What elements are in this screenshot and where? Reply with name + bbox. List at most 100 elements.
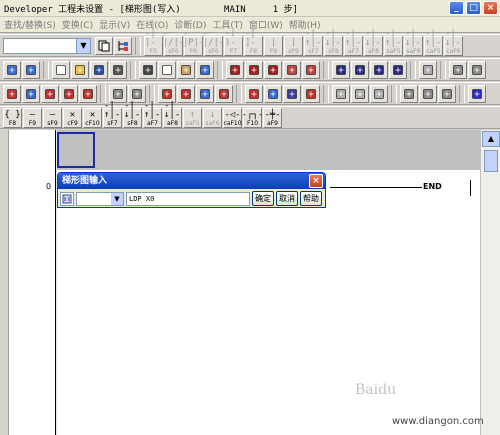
instruction-key-button[interactable]: ↓ saF6 bbox=[203, 107, 222, 128]
toolbar-separator bbox=[391, 84, 397, 103]
instruction-key-button[interactable]: — sF9 bbox=[43, 107, 62, 128]
convert-icon[interactable] bbox=[158, 84, 176, 103]
instruction-key-button[interactable]: | F9 bbox=[264, 35, 283, 56]
menu-item[interactable]: 变换(C) bbox=[62, 18, 93, 31]
tree-view-icon[interactable] bbox=[114, 36, 132, 55]
copy-ladder-icon[interactable] bbox=[95, 36, 113, 55]
vertical-scrollbar[interactable]: ▲ bbox=[480, 130, 500, 435]
copy-icon[interactable] bbox=[158, 60, 176, 79]
toolbar-separator bbox=[410, 60, 416, 79]
instruction-key-button[interactable]: ✕ cF10 bbox=[83, 107, 102, 128]
maximize-button[interactable]: □ bbox=[466, 1, 481, 15]
instruction-key-button[interactable]: -|↓|- sF8 bbox=[324, 29, 343, 56]
instruction-key-button[interactable]: -|/|- sF6 bbox=[163, 29, 184, 56]
cut-icon[interactable] bbox=[139, 60, 157, 79]
chevron-down-icon[interactable]: ▼ bbox=[111, 192, 123, 205]
symbol-type-select[interactable]: ▼ bbox=[76, 191, 124, 206]
instruction-key-button[interactable]: -|↑|- sF7 bbox=[103, 101, 122, 128]
instruction-key-button[interactable]: -|P|- F6 bbox=[183, 29, 204, 56]
instruction-key-button[interactable]: -┌┐- F10 bbox=[242, 107, 263, 128]
monitor-write-icon[interactable] bbox=[215, 84, 233, 103]
help-button[interactable]: 帮助 bbox=[300, 191, 322, 206]
instruction-key-button[interactable]: -|↑|- saF5 bbox=[384, 29, 403, 56]
save-icon[interactable] bbox=[90, 60, 108, 79]
monitor-start-icon[interactable] bbox=[389, 60, 407, 79]
instruction-key-button[interactable]: -|↓|- caF6 bbox=[444, 29, 463, 56]
b-icon[interactable] bbox=[468, 60, 486, 79]
instruction-key-button[interactable]: -╪- aF9 bbox=[263, 107, 282, 128]
statement-icon[interactable] bbox=[22, 84, 40, 103]
instruction-key-button[interactable]: -|↑|- aF7 bbox=[344, 29, 363, 56]
instruction-key-button[interactable]: -|↑|- sF7 bbox=[304, 29, 323, 56]
close-button[interactable]: × bbox=[483, 1, 498, 15]
ladder-mode-icon[interactable] bbox=[468, 84, 486, 103]
project-select[interactable]: ▼ bbox=[3, 37, 91, 54]
instruction-key-button[interactable]: -◁- caF10 bbox=[223, 107, 242, 128]
disabled-icon[interactable] bbox=[419, 60, 437, 79]
zoom-in-icon[interactable] bbox=[332, 60, 350, 79]
step-run-icon[interactable] bbox=[283, 84, 301, 103]
open-folder-icon[interactable] bbox=[71, 60, 89, 79]
chevron-down-icon[interactable]: ▼ bbox=[76, 38, 90, 53]
find-contact-icon[interactable] bbox=[264, 60, 282, 79]
function-key-label: sF6 bbox=[168, 47, 179, 55]
ok-button[interactable]: 确定 bbox=[252, 191, 274, 206]
instruction-key-button[interactable]: -|/|- sF6 bbox=[203, 29, 224, 56]
monitor-icon[interactable] bbox=[370, 60, 388, 79]
note-icon[interactable] bbox=[41, 84, 59, 103]
sort-icon[interactable] bbox=[22, 60, 40, 79]
read-icon[interactable] bbox=[128, 84, 146, 103]
write-icon[interactable] bbox=[109, 84, 127, 103]
param-icon[interactable] bbox=[438, 84, 456, 103]
new-file-icon[interactable] bbox=[52, 60, 70, 79]
instruction-key-button[interactable]: -( )- F7 bbox=[224, 29, 243, 56]
minimize-button[interactable]: _ bbox=[449, 1, 464, 15]
t-icon[interactable] bbox=[449, 60, 467, 79]
instruction-key-button[interactable]: -|↓|- saF6 bbox=[404, 29, 423, 56]
undo-icon[interactable] bbox=[196, 60, 214, 79]
ladder-symbol-icon[interactable] bbox=[60, 191, 74, 206]
instruction-input[interactable]: LDP X0 bbox=[126, 191, 250, 206]
instruction-key-button[interactable]: — F9 bbox=[23, 107, 42, 128]
instruction-key-button[interactable]: { } F8 bbox=[3, 107, 22, 128]
replace-device-icon[interactable] bbox=[302, 60, 320, 79]
zoom-out-icon[interactable] bbox=[351, 60, 369, 79]
alias-icon[interactable] bbox=[79, 84, 97, 103]
instruction-key-button[interactable]: -[ ]- F8 bbox=[244, 29, 263, 56]
partial-run-icon[interactable] bbox=[332, 84, 350, 103]
replace-icon[interactable] bbox=[283, 60, 301, 79]
instruction-key-button[interactable]: -|↑|- aF7 bbox=[143, 101, 162, 128]
find-instruction-icon[interactable] bbox=[245, 60, 263, 79]
skip-run-icon[interactable] bbox=[302, 84, 320, 103]
trace-icon[interactable] bbox=[419, 84, 437, 103]
transfer-icon[interactable] bbox=[245, 84, 263, 103]
dialog-close-button[interactable]: × bbox=[309, 174, 323, 188]
sampling-icon[interactable] bbox=[400, 84, 418, 103]
cancel-button[interactable]: 取消 bbox=[276, 191, 298, 206]
instruction-key-button[interactable]: -|↑|- caF5 bbox=[424, 29, 443, 56]
list-icon[interactable] bbox=[3, 60, 21, 79]
menu-item[interactable]: 查找/替换(S) bbox=[4, 18, 56, 31]
verify-icon[interactable] bbox=[264, 84, 282, 103]
convert-all-icon[interactable] bbox=[177, 84, 195, 103]
instruction-key-button[interactable]: -|↓|- aF8 bbox=[364, 29, 383, 56]
paste-icon[interactable] bbox=[177, 60, 195, 79]
ladder-cursor[interactable] bbox=[57, 132, 95, 168]
find-device-icon[interactable] bbox=[226, 60, 244, 79]
ladder-editor[interactable] bbox=[57, 170, 480, 435]
comment-icon[interactable] bbox=[3, 84, 21, 103]
list-mode-icon[interactable] bbox=[370, 84, 388, 103]
instruction-key-button[interactable]: ✕ cF9 bbox=[63, 107, 82, 128]
device-comment-icon[interactable] bbox=[60, 84, 78, 103]
scroll-up-icon[interactable]: ▲ bbox=[482, 131, 500, 147]
instruction-key-button[interactable]: ↑ saF5 bbox=[183, 107, 202, 128]
instruction-key-button[interactable]: -|↓|- sF8 bbox=[123, 101, 142, 128]
check-icon[interactable] bbox=[196, 84, 214, 103]
instruction-key-button[interactable]: -|↓|- aF8 bbox=[163, 101, 182, 128]
stop-icon[interactable] bbox=[351, 84, 369, 103]
instruction-key-button[interactable]: -| |- F5 bbox=[144, 29, 163, 56]
scroll-thumb[interactable] bbox=[484, 150, 498, 172]
instruction-key-button[interactable]: | sF9 bbox=[284, 35, 303, 56]
menu-item[interactable]: 显示(V) bbox=[99, 18, 130, 31]
print-icon[interactable] bbox=[109, 60, 127, 79]
